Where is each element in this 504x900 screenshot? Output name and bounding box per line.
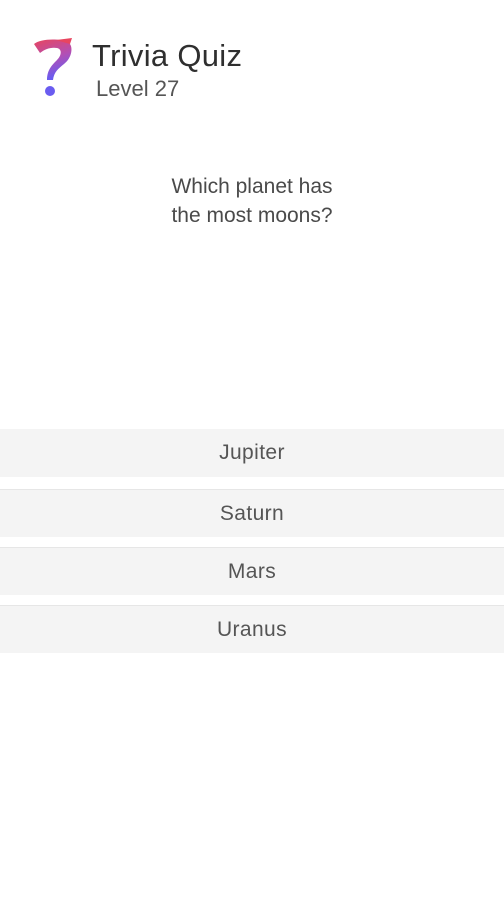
answer-button-jupiter[interactable]: Jupiter [0, 429, 504, 477]
answer-button-mars[interactable]: Mars [0, 547, 504, 595]
answer-button-saturn[interactable]: Saturn [0, 489, 504, 537]
app-title: Trivia Quiz [92, 38, 243, 73]
question-line-2: the most moons? [171, 204, 333, 227]
answer-button-uranus[interactable]: Uranus [0, 605, 504, 653]
question-line-1: Which planet has [171, 175, 333, 198]
question-mark-icon [34, 38, 72, 96]
app-header: Trivia Quiz Level 27 [0, 0, 504, 110]
level-label: Level 27 [96, 76, 180, 101]
question-text: Which planet has the most moons? [0, 172, 504, 230]
